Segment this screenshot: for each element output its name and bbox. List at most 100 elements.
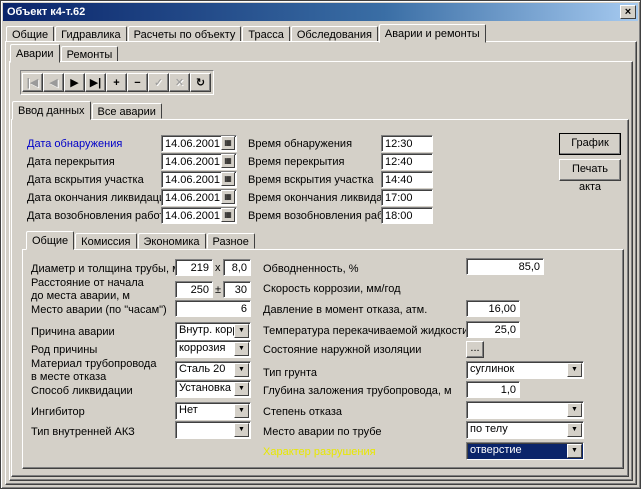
- chevron-down-icon[interactable]: ▼: [234, 363, 249, 377]
- calendar-icon[interactable]: ▦: [221, 136, 235, 150]
- cause-type-select[interactable]: коррозия ▼: [175, 340, 251, 358]
- plus-minus-sign: ±: [215, 284, 222, 296]
- date-resume-label: Дата возобновления работы: [27, 210, 173, 222]
- temperature-field[interactable]: 25,0: [466, 321, 520, 338]
- time-shutoff-label: Время перекрытия: [248, 156, 345, 168]
- tab-repairs[interactable]: Ремонты: [60, 46, 119, 62]
- distance-tolerance-field[interactable]: 30: [223, 281, 251, 298]
- chevron-down-icon[interactable]: ▼: [567, 444, 582, 458]
- chevron-down-icon[interactable]: ▼: [567, 363, 582, 377]
- tab-calculations[interactable]: Расчеты по объекту: [127, 26, 242, 42]
- tab-route[interactable]: Трасса: [242, 26, 290, 42]
- pipe-place-label: Место аварии по трубе: [263, 426, 382, 438]
- date-opening-label: Дата вскрытия участка: [27, 174, 144, 186]
- chevron-down-icon[interactable]: ▼: [567, 403, 582, 417]
- chevron-down-icon[interactable]: ▼: [234, 382, 249, 396]
- detail-tabs: Общие Комиссия Экономика Разное: [26, 231, 256, 250]
- tab-accidents[interactable]: Аварии: [10, 44, 60, 63]
- cancel-record-icon[interactable]: ✕: [169, 73, 190, 92]
- time-resume-field[interactable]: 18:00: [381, 207, 433, 224]
- fracture-nature-select[interactable]: отверстие ▼: [466, 442, 584, 460]
- distance-field[interactable]: 250: [175, 281, 213, 298]
- sub-tabs: Аварии Ремонты: [10, 44, 119, 63]
- tab-commission[interactable]: Комиссия: [75, 233, 137, 249]
- time-opening-field[interactable]: 14:40: [381, 171, 433, 188]
- print-act-button[interactable]: Печать акта: [559, 159, 621, 193]
- chevron-down-icon[interactable]: ▼: [234, 423, 249, 437]
- degree-label: Степень отказа: [263, 406, 343, 418]
- chevron-down-icon[interactable]: ▼: [234, 324, 249, 338]
- tab-data-entry[interactable]: Ввод данных: [12, 101, 91, 120]
- next-record-icon[interactable]: ▶: [64, 73, 85, 92]
- calendar-icon[interactable]: ▦: [221, 154, 235, 168]
- akz-select[interactable]: ▼: [175, 421, 251, 439]
- chevron-down-icon[interactable]: ▼: [567, 423, 582, 437]
- distance-label: Расстояние от начала до места аварии, м: [31, 277, 144, 302]
- depth-label: Глубина заложения трубопровода, м: [263, 385, 452, 397]
- pressure-label: Давление в момент отказа, атм.: [263, 304, 428, 316]
- close-icon[interactable]: ×: [620, 5, 636, 19]
- date-liquidation-end-label: Дата окончания ликвидации: [27, 192, 172, 204]
- tab-all-accidents[interactable]: Все аварии: [91, 103, 162, 119]
- calendar-icon[interactable]: ▦: [221, 208, 235, 222]
- material-label: Материал трубопровода в месте отказа: [31, 358, 157, 383]
- insulation-browse-button[interactable]: ...: [466, 341, 484, 358]
- method-select[interactable]: Установка хо ▼: [175, 380, 251, 398]
- refresh-icon[interactable]: ↻: [190, 73, 211, 92]
- prior-record-icon[interactable]: ◀: [43, 73, 64, 92]
- app-window: Объект к4-т.62 × Общие Гидравлика Расчет…: [0, 0, 641, 489]
- time-detected-label: Время обнаружения: [248, 138, 353, 150]
- fracture-nature-value: отверстие: [470, 444, 522, 456]
- date-shutoff-label: Дата перекрытия: [27, 156, 115, 168]
- time-resume-label: Время возобновления работы: [248, 210, 403, 222]
- time-detected-field[interactable]: 12:30: [381, 135, 433, 152]
- time-liquidation-end-label: Время окончания ликвидации: [248, 192, 401, 204]
- degree-select[interactable]: ▼: [466, 401, 584, 419]
- first-record-icon[interactable]: |◀: [22, 73, 43, 92]
- time-shutoff-field[interactable]: 12:40: [381, 153, 433, 170]
- place-hours-field[interactable]: 6: [175, 300, 251, 317]
- corrosion-label: Скорость коррозии, мм/год: [263, 283, 401, 295]
- tab-detail-general[interactable]: Общие: [26, 231, 75, 250]
- tab-accidents-repairs[interactable]: Аварии и ремонты: [378, 24, 486, 43]
- time-liquidation-end-field[interactable]: 17:00: [381, 189, 433, 206]
- chevron-down-icon[interactable]: ▼: [234, 404, 249, 418]
- delete-record-icon[interactable]: −: [127, 73, 148, 92]
- watercut-field[interactable]: 85,0: [466, 258, 544, 275]
- tab-economics[interactable]: Экономика: [137, 233, 206, 249]
- inhibitor-label: Ингибитор: [31, 406, 85, 418]
- soil-label: Тип грунта: [263, 367, 318, 379]
- calendar-icon[interactable]: ▦: [221, 190, 235, 204]
- main-tabs: Общие Гидравлика Расчеты по объекту Трас…: [6, 24, 487, 43]
- depth-field[interactable]: 1,0: [466, 381, 520, 398]
- date-detected-label: Дата обнаружения: [27, 138, 123, 150]
- chevron-down-icon[interactable]: ▼: [234, 342, 249, 356]
- watercut-label: Обводненность, %: [263, 263, 359, 275]
- inhibitor-select[interactable]: Нет ▼: [175, 402, 251, 420]
- fracture-nature-label: Характер разрушения: [263, 446, 376, 458]
- pipe-place-select[interactable]: по телу ▼: [466, 421, 584, 439]
- pipe-place-value: по телу: [470, 423, 508, 435]
- material-select[interactable]: Сталь 20 ▼: [175, 361, 251, 379]
- cause-label: Причина аварии: [31, 326, 115, 338]
- cause-type-label: Род причины: [31, 344, 98, 356]
- calendar-icon[interactable]: ▦: [221, 172, 235, 186]
- tab-inspections[interactable]: Обследования: [290, 26, 378, 42]
- inhibitor-value: Нет: [179, 404, 198, 416]
- title-bar: Объект к4-т.62 ×: [3, 3, 638, 21]
- last-record-icon[interactable]: ▶|: [85, 73, 106, 92]
- post-record-icon[interactable]: ✓: [148, 73, 169, 92]
- diameter-field[interactable]: 219: [175, 259, 213, 276]
- place-hours-label: Место аварии (по "часам"): [31, 304, 167, 316]
- chart-button[interactable]: График: [559, 133, 621, 155]
- tab-hydraulics[interactable]: Гидравлика: [55, 26, 127, 42]
- temperature-label: Температура перекачиваемой жидкости, С: [263, 325, 483, 337]
- soil-select[interactable]: суглинок ▼: [466, 361, 584, 379]
- pressure-field[interactable]: 16,00: [466, 300, 520, 317]
- insert-record-icon[interactable]: +: [106, 73, 127, 92]
- cause-select[interactable]: Внутр. корроз ▼: [175, 322, 251, 340]
- tab-misc[interactable]: Разное: [206, 233, 255, 249]
- tab-general[interactable]: Общие: [6, 26, 55, 42]
- thickness-field[interactable]: 8,0: [223, 259, 251, 276]
- soil-value: суглинок: [470, 363, 515, 375]
